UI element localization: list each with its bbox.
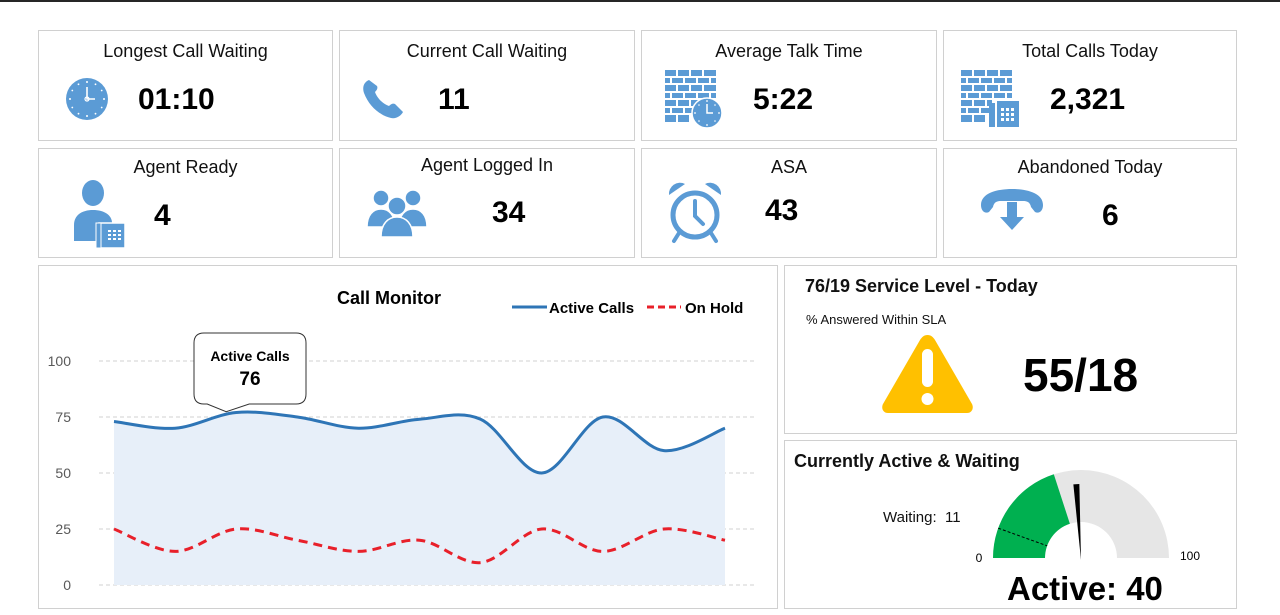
on-hold-point [540, 527, 544, 531]
call-monitor-chart: Call Monitor Active Calls On Hold 0 25 50 7… [48, 288, 755, 593]
kpi-title: Total Calls Today [1022, 41, 1158, 61]
kpi-value: 01:10 [138, 83, 215, 116]
active-calls-point [723, 426, 727, 430]
alarm-clock-icon [668, 182, 722, 243]
active-calls-callout: Active Calls 76 [193, 332, 307, 413]
group-icon [366, 189, 428, 238]
active-waiting-panel: Currently Active & Waiting Waiting: 11 0… [784, 440, 1237, 609]
kpi-card-total-calls-today: Total Calls Today 2,321 [943, 30, 1237, 141]
active-calls-point [234, 411, 238, 415]
active-calls-point [418, 417, 422, 421]
callout-value: 76 [239, 369, 260, 390]
active-label: Active: 40 [1007, 570, 1163, 607]
kpi-value: 2,321 [1050, 83, 1126, 116]
active-calls-area [114, 412, 725, 585]
y-tick-label: 0 [63, 577, 71, 593]
gauge-min-label: 0 [976, 551, 983, 565]
kpi-value: 34 [492, 196, 526, 229]
active-calls-point [479, 417, 483, 421]
kpi-title: ASA [770, 157, 808, 177]
chart-legend: Active Calls On Hold [512, 300, 743, 317]
kpi-value: 4 [154, 199, 171, 232]
y-tick-label: 25 [55, 521, 71, 537]
kpi-value: 6 [1102, 199, 1119, 232]
service-level-panel: 76/19 Service Level - Today % Answered W… [784, 265, 1237, 434]
service-level-value: 55/18 [1023, 349, 1139, 401]
kpi-card-agent-ready: Agent Ready 4 [38, 148, 333, 258]
y-tick-label: 100 [48, 353, 72, 369]
active-calls-point [540, 471, 544, 475]
service-level-title: 76/19 Service Level - Today [805, 276, 1038, 296]
active-calls-point [173, 426, 177, 430]
kpi-title: Abandoned Today [1017, 157, 1163, 177]
active-calls-point [601, 415, 605, 419]
chart-title: Call Monitor [337, 288, 441, 308]
kpi-card-average-talk-time: Average Talk Time 5:22 [641, 30, 937, 141]
building-clock-icon [665, 70, 723, 129]
kpi-card-abandoned-today: Abandoned Today 6 [943, 148, 1237, 258]
legend-label-hold: On Hold [685, 300, 743, 317]
kpi-card-longest-call-waiting: Longest Call Waiting 01:10 [38, 30, 333, 141]
kpi-title: Longest Call Waiting [103, 41, 268, 61]
on-hold-point [418, 538, 422, 542]
kpi-title: Current Call Waiting [406, 41, 568, 61]
kpi-value: 11 [438, 83, 470, 116]
on-hold-point [356, 549, 360, 553]
active-calls-point [295, 415, 299, 419]
on-hold-point [723, 538, 727, 542]
legend-label-active: Active Calls [549, 300, 634, 317]
y-tick-label: 50 [55, 465, 71, 481]
kpi-value: 5:22 [753, 83, 814, 116]
kpi-card-current-call-waiting: Current Call Waiting 11 [339, 30, 635, 141]
active-calls-point [662, 449, 666, 453]
kpi-title: Agent Logged In [420, 155, 554, 175]
kpi-title: Average Talk Time [715, 41, 863, 61]
top-bar [0, 0, 1280, 2]
on-hold-point [295, 538, 299, 542]
kpi-card-asa: ASA 43 [641, 148, 937, 258]
on-hold-point [112, 527, 116, 531]
kpi-card-agent-logged-in: Agent Logged In 34 [339, 148, 635, 258]
building-phone-icon [961, 70, 1019, 127]
service-level-subtitle: % Answered Within SLA [806, 312, 947, 327]
call-monitor-panel: Call Monitor Active Calls On Hold 0 25 50 7… [38, 265, 778, 609]
agent-phone-icon [74, 180, 126, 249]
on-hold-point [173, 549, 177, 553]
kpi-value: 43 [765, 194, 799, 227]
callout-label: Active Calls [210, 348, 290, 364]
kpi-title: Agent Ready [133, 157, 238, 177]
clock-icon [66, 78, 108, 120]
phone-icon [363, 80, 403, 119]
warning-icon [882, 335, 973, 413]
on-hold-point [234, 527, 238, 531]
gauge-max-label: 100 [1180, 549, 1200, 563]
active-calls-point [356, 426, 360, 430]
on-hold-point [479, 561, 483, 565]
on-hold-point [662, 527, 666, 531]
hangup-icon [981, 189, 1043, 230]
on-hold-point [601, 549, 605, 553]
y-tick-label: 75 [55, 409, 71, 425]
active-calls-point [112, 419, 116, 423]
